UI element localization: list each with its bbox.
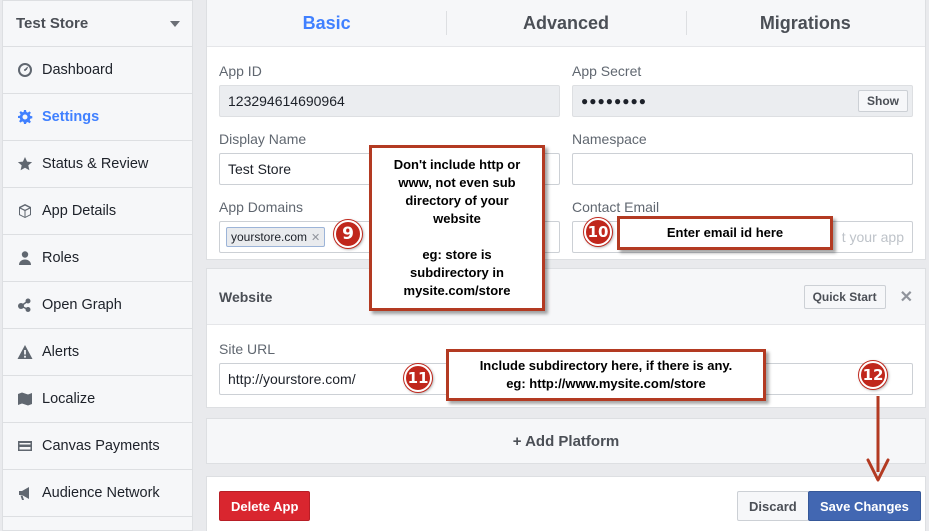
sidebar-item-label: Localize [42,391,96,407]
delete-app-button[interactable]: Delete App [219,491,311,521]
sidebar-item-dashboard[interactable]: Dashboard [3,47,192,94]
store-name: Test Store [16,15,89,32]
sidebar-item-status-review[interactable]: Status & Review [3,141,192,188]
badge-10: 10 [584,218,612,246]
settings-tabs: Basic Advanced Migrations [207,0,925,47]
store-selector[interactable]: Test Store [3,1,192,47]
megaphone-icon [17,485,33,501]
sidebar-item-label: Settings [42,109,100,125]
show-secret-button[interactable]: Show [858,90,908,112]
discard-button[interactable]: Discard [737,491,809,521]
contact-email-placeholder: t your app [841,229,904,245]
caret-down-icon [170,20,180,27]
remove-tag-icon[interactable]: ✕ [311,231,320,244]
sidebar: Test Store Dashboard Settings Status & R… [2,0,193,531]
sidebar-item-alerts[interactable]: Alerts [3,329,192,376]
display-name-label: Display Name [219,131,307,147]
dashboard-icon [17,62,33,78]
sidebar-item-app-details[interactable]: App Details [3,188,192,235]
badge-12: 12 [859,361,887,389]
add-platform-button[interactable]: + Add Platform [206,418,926,464]
app-id-field[interactable]: 123294614690964 [219,85,560,117]
sidebar-item-label: Canvas Payments [42,438,160,454]
annotation-domains-note: Don't include http or www, not even sub … [369,145,545,311]
footer-bar: Delete App Discard Save Changes [206,476,926,531]
badge-9: 9 [334,220,362,248]
star-icon [17,156,33,172]
app-id-label: App ID [219,63,262,79]
sidebar-item-canvas-payments[interactable]: Canvas Payments [3,423,192,470]
website-title: Website [219,288,273,305]
cube-icon [17,203,33,219]
app-secret-label: App Secret [572,63,642,79]
sidebar-item-label: Audience Network [42,485,160,501]
graph-icon [17,297,33,313]
tab-advanced[interactable]: Advanced [446,11,685,35]
sidebar-item-settings[interactable]: Settings [3,94,192,141]
sidebar-item-localize[interactable]: Localize [3,376,192,423]
sidebar-item-label: Open Graph [42,297,122,313]
sidebar-item-label: Dashboard [42,62,113,78]
sidebar-item-open-graph[interactable]: Open Graph [3,282,192,329]
contact-email-label: Contact Email [572,199,660,215]
site-url-value: http://yourstore.com/ [228,371,356,387]
save-changes-button[interactable]: Save Changes [808,491,921,521]
display-name-value: Test Store [228,161,292,177]
sidebar-item-audience-network[interactable]: Audience Network [3,470,192,517]
website-header: Website Quick Start ✕ [207,269,925,325]
sidebar-item-label: Roles [42,250,80,266]
tab-basic[interactable]: Basic [207,13,446,34]
card-icon [17,438,33,454]
sidebar-item-roles[interactable]: Roles [3,235,192,282]
map-icon [17,391,33,407]
app-id-value: 123294614690964 [228,93,345,109]
annotation-arrow [866,396,890,482]
sidebar-item-label: Status & Review [42,156,149,172]
site-url-label: Site URL [219,341,276,357]
app-domains-label: App Domains [219,199,304,215]
app-secret-field[interactable]: ●●●●●●●● Show [572,85,913,117]
namespace-label: Namespace [572,131,647,147]
sidebar-item-label: App Details [42,203,117,219]
tab-migrations[interactable]: Migrations [685,11,925,35]
domain-tag: yourstore.com ✕ [226,227,326,247]
app-secret-value: ●●●●●●●● [581,94,647,108]
close-icon[interactable]: ✕ [900,287,913,307]
annotation-email-note: Enter email id here [617,216,833,250]
warning-icon [17,344,33,360]
website-header-actions: Quick Start ✕ [803,284,913,309]
person-icon [17,250,33,266]
domain-tag-label: yourstore.com [231,230,308,244]
namespace-field[interactable] [572,153,913,185]
gear-icon [17,109,33,125]
quick-start-button[interactable]: Quick Start [803,284,886,309]
annotation-site-url-note: Include subdirectory here, if there is a… [446,349,766,401]
sidebar-item-label: Alerts [42,344,80,360]
badge-11: 11 [404,364,432,392]
